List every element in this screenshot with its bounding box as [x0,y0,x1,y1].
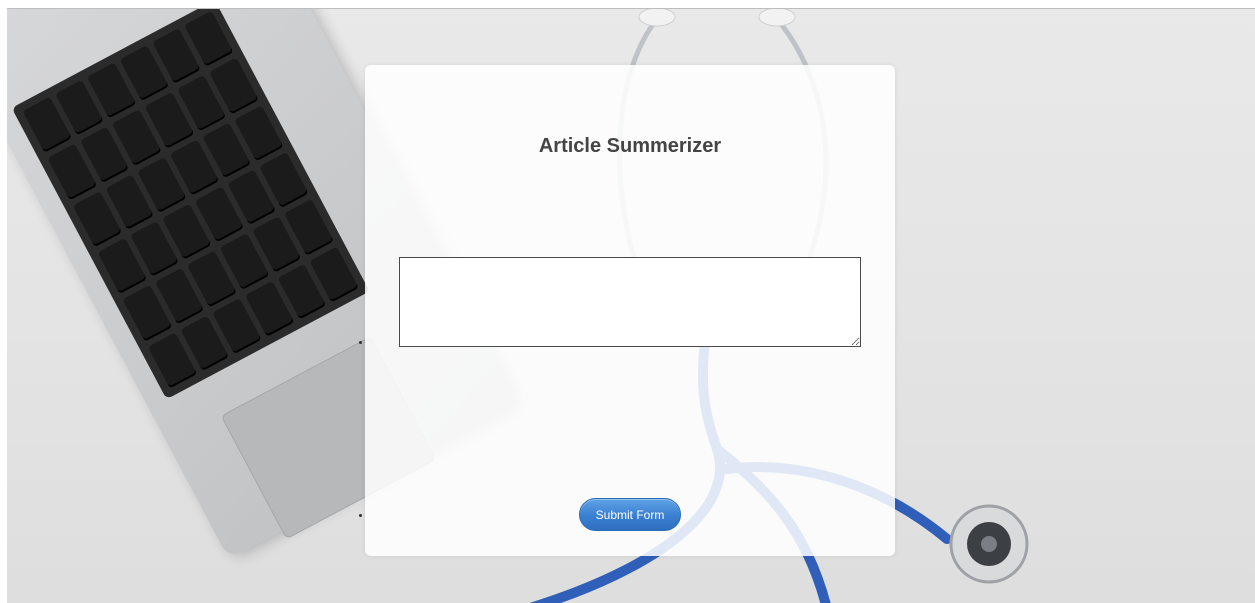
submit-form-button[interactable]: Submit Form [579,498,681,531]
page-title: Article Summerizer [538,135,722,157]
article-textarea[interactable] [399,257,861,347]
stethoscope-diaphragm-center [981,536,997,552]
stethoscope-eartip-right [758,9,796,27]
page-viewport: Article Summerizer Submit Form [7,8,1255,603]
form-card: Article Summerizer Submit Form [365,65,895,556]
stethoscope-eartip-left [638,9,676,27]
list-bullet [359,341,362,344]
list-bullet [359,514,362,517]
